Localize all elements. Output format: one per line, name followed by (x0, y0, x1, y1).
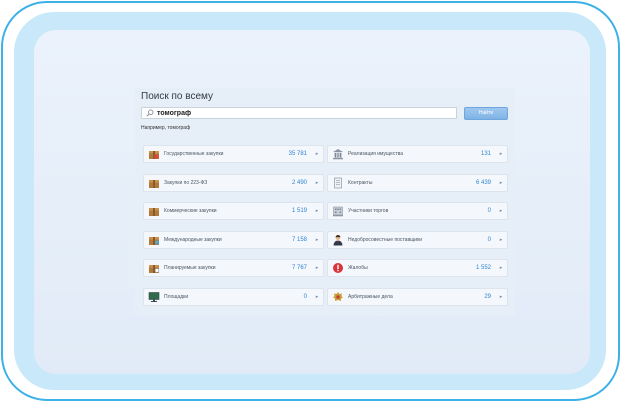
category-label: Коммерческие закупки (164, 208, 217, 214)
box-icon (149, 180, 159, 188)
hint-example-link[interactable]: томограф (167, 125, 190, 131)
hint-prefix: Например, (141, 125, 167, 131)
category-label: Жалобы (348, 265, 368, 271)
monitor-icon (148, 292, 160, 302)
chevron-right-icon: ▸ (315, 208, 319, 214)
search-box[interactable] (141, 107, 457, 119)
category-label: Участники торгов (348, 208, 389, 214)
building-icon (333, 206, 343, 217)
box-icon (149, 208, 159, 216)
category-contracts[interactable]: Контракты 6 439 ▸ (327, 174, 508, 192)
building-icon (333, 149, 343, 160)
search-icon (146, 109, 154, 117)
chevron-right-icon: ▸ (315, 294, 319, 300)
chevron-right-icon: ▸ (499, 151, 503, 157)
category-count[interactable]: 131 (481, 151, 491, 157)
chevron-right-icon: ▸ (499, 208, 503, 214)
category-state-purchases[interactable]: Государственные закупки 35 781 ▸ (143, 145, 324, 163)
chevron-right-icon: ▸ (499, 265, 503, 271)
person-icon (333, 235, 343, 246)
category-count[interactable]: 2 490 (292, 180, 307, 186)
category-arbitration-cases[interactable]: Арбитражные дела 29 ▸ (327, 288, 508, 306)
box-icon (149, 265, 160, 273)
document-icon (334, 177, 342, 189)
category-label: Закупки по 223-ФЗ (164, 180, 208, 186)
category-international-purchases[interactable]: Международные закупки 7 158 ▸ (143, 231, 324, 249)
category-commercial-purchases[interactable]: Коммерческие закупки 1 519 ▸ (143, 202, 324, 220)
category-label: Контракты (348, 180, 373, 186)
category-count[interactable]: 7 158 (292, 237, 307, 243)
category-label: Реализация имущества (348, 151, 404, 157)
chevron-right-icon: ▸ (315, 265, 319, 271)
category-count[interactable]: 35 781 (289, 151, 307, 157)
search-hint: Например, томограф (141, 125, 190, 131)
category-count[interactable]: 0 (488, 208, 491, 214)
chevron-right-icon: ▸ (315, 237, 319, 243)
category-count[interactable]: 0 (488, 237, 491, 243)
chevron-right-icon: ▸ (499, 237, 503, 243)
alert-icon (333, 263, 343, 273)
category-bid-participants[interactable]: Участники торгов 0 ▸ (327, 202, 508, 220)
category-count[interactable]: 29 (484, 294, 491, 300)
category-complaints[interactable]: Жалобы 1 552 ▸ (327, 259, 508, 277)
category-count[interactable]: 0 (304, 294, 307, 300)
page-title: Поиск по всему (141, 91, 213, 102)
category-label: Арбитражные дела (348, 294, 393, 300)
category-label: Международные закупки (164, 237, 222, 243)
category-count[interactable]: 7 767 (292, 265, 307, 271)
search-input[interactable] (154, 108, 437, 118)
category-label: Государственные закупки (164, 151, 224, 157)
category-planned-purchases[interactable]: Планируемые закупки 7 767 ▸ (143, 259, 324, 277)
category-count[interactable]: 6 439 (476, 180, 491, 186)
category-label: Площадки (164, 294, 189, 300)
category-label: Недобросовестные поставщики (348, 237, 422, 243)
category-label: Планируемые закупки (164, 265, 216, 271)
box-icon (149, 237, 159, 245)
category-property-sales[interactable]: Реализация имущества 131 ▸ (327, 145, 508, 163)
chevron-right-icon: ▸ (499, 294, 503, 300)
emblem-icon (333, 292, 343, 301)
category-count[interactable]: 1 519 (292, 208, 307, 214)
find-button[interactable]: Найти (464, 107, 508, 120)
chevron-right-icon: ▸ (499, 180, 503, 186)
category-platforms[interactable]: Площадки 0 ▸ (143, 288, 324, 306)
chevron-right-icon: ▸ (315, 180, 319, 186)
category-count[interactable]: 1 552 (476, 265, 491, 271)
box-icon (149, 151, 159, 159)
chevron-right-icon: ▸ (315, 151, 319, 157)
category-unfair-suppliers[interactable]: Недобросовестные поставщики 0 ▸ (327, 231, 508, 249)
category-223fz-purchases[interactable]: Закупки по 223-ФЗ 2 490 ▸ (143, 174, 324, 192)
